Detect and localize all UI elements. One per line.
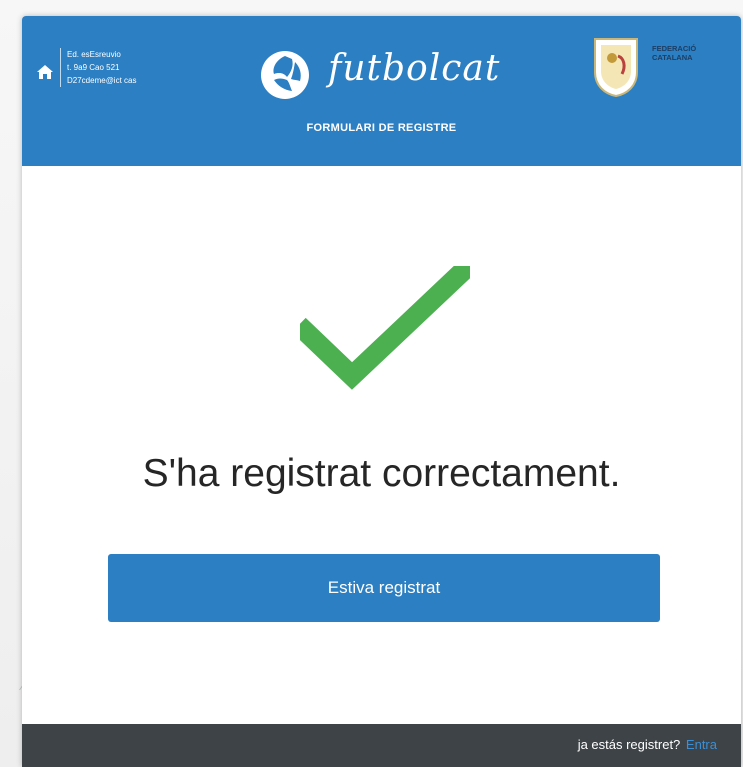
checkmark-icon <box>300 266 470 390</box>
login-link[interactable]: Entra <box>686 737 717 752</box>
footer-question: ja estás registret? <box>577 737 681 752</box>
form-subtitle: FORMULARI DE REGISTRE <box>306 122 457 134</box>
contact-address: Ed. esEsreuvio <box>67 50 121 59</box>
contact-info: Ed. esEsreuvio t. 9a9 Cao 521 D27cdeme@i… <box>36 48 136 87</box>
logo-wordmark: futbolcat <box>328 48 501 89</box>
header-bar: Ed. esEsreuvio t. 9a9 Cao 521 D27cdeme@i… <box>22 16 741 166</box>
home-icon <box>37 65 53 79</box>
federation-crest-icon <box>594 38 638 98</box>
registered-button[interactable]: Estiva registrat <box>108 554 660 622</box>
contact-lines: Ed. esEsreuvio t. 9a9 Cao 521 D27cdeme@i… <box>60 48 136 87</box>
federation-line-2: CATALANA <box>652 53 693 62</box>
football-logo-icon <box>261 51 309 99</box>
contact-phone: t. 9a9 Cao 521 <box>67 63 120 72</box>
contact-email: D27cdeme@ict cas <box>67 76 137 85</box>
registration-card: Ed. esEsreuvio t. 9a9 Cao 521 D27cdeme@i… <box>22 16 741 767</box>
page-background: Ed. esEsreuvio t. 9a9 Cao 521 D27cdeme@i… <box>0 0 743 767</box>
success-message: S'ha registrat correctament. <box>142 452 621 495</box>
federation-name: FEDERACIÓ CATALANA <box>652 44 696 62</box>
federation-logo: FEDERACIÓ CATALANA <box>592 36 696 98</box>
federation-line-1: FEDERACIÓ <box>652 44 697 53</box>
footer-prompt: ja estás registret? Entra <box>578 737 717 752</box>
footer-bar: ja estás registret? Entra <box>22 724 741 767</box>
